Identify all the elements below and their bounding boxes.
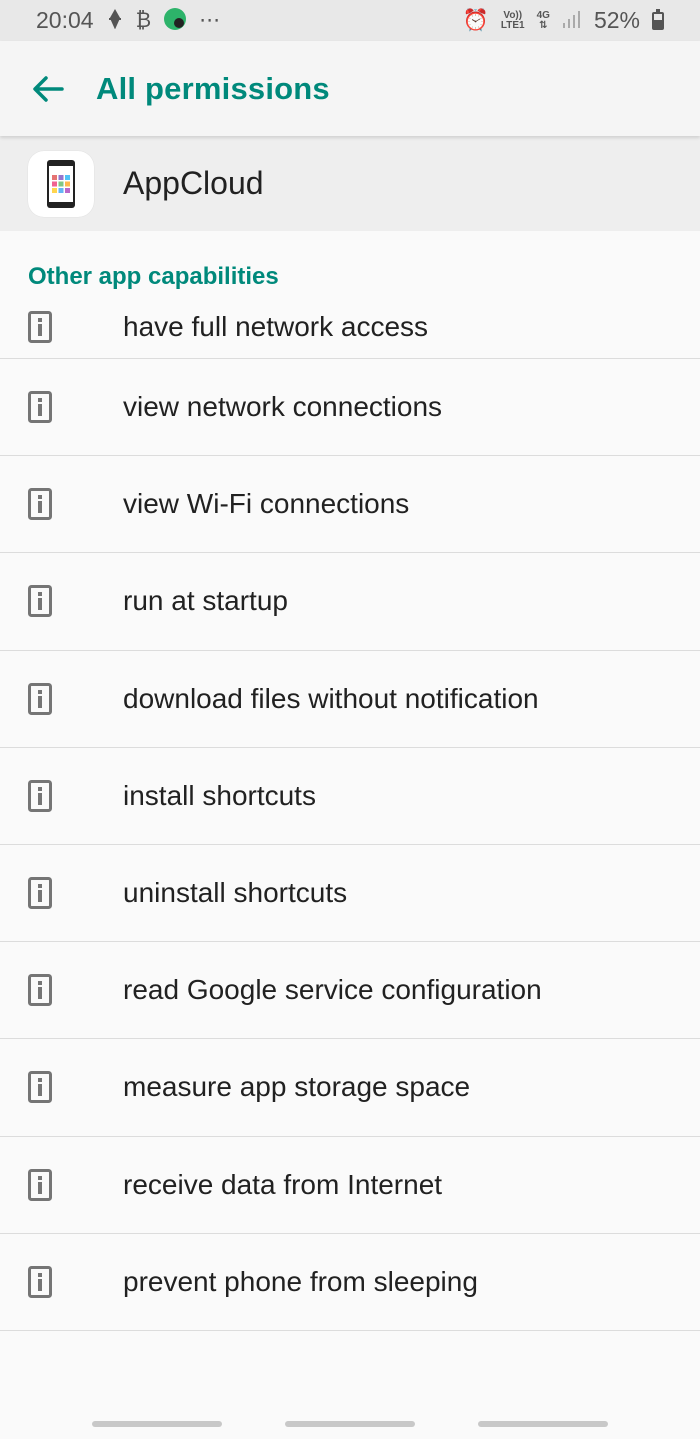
permission-row[interactable]: prevent phone from sleeping — [0, 1234, 700, 1331]
permission-row[interactable]: run at startup — [0, 553, 700, 651]
status-right: ⏰ Vo)) LTE1 4G ⇅ 52% — [463, 7, 664, 34]
info-icon — [0, 1265, 123, 1298]
permission-label: view Wi-Fi connections — [123, 488, 410, 520]
permission-label: receive data from Internet — [123, 1168, 443, 1200]
permission-row[interactable]: read Google service configuration — [0, 942, 700, 1040]
navigation-bar — [0, 1409, 700, 1439]
app-icon — [28, 150, 94, 217]
data-arrows-icon: ⇅ — [539, 19, 548, 31]
permission-label: install shortcuts — [123, 779, 316, 811]
permission-label: view network connections — [123, 391, 443, 423]
info-icon — [0, 779, 123, 812]
battery-icon — [652, 8, 664, 30]
permission-label: run at startup — [123, 585, 288, 617]
info-icon — [0, 877, 123, 910]
info-icon — [0, 1168, 123, 1201]
page-title: All permissions — [96, 70, 330, 106]
info-icon — [0, 488, 123, 521]
app-header: AppCloud — [0, 136, 700, 231]
permission-row[interactable]: install shortcuts — [0, 748, 700, 845]
signal-icon — [562, 7, 582, 34]
info-icon — [0, 682, 123, 715]
info-icon — [0, 310, 123, 343]
permission-label: read Google service configuration — [123, 974, 542, 1006]
permission-row[interactable]: uninstall shortcuts — [0, 845, 700, 943]
network-type: 4G ⇅ — [536, 9, 550, 31]
section-header: Other app capabilities — [28, 263, 279, 290]
status-bar: 20:04 ₿ ⋯ ⏰ Vo)) LTE1 4G ⇅ 52% — [0, 0, 700, 41]
notification-icon — [106, 8, 124, 33]
nav-recents-button[interactable] — [91, 1421, 222, 1427]
permission-row[interactable]: view Wi-Fi connections — [0, 456, 700, 554]
more-icon: ⋯ — [199, 9, 221, 32]
nav-back-button[interactable] — [478, 1421, 609, 1427]
status-time: 20:04 — [36, 7, 94, 33]
battery-percent: 52% — [593, 7, 640, 33]
permission-row[interactable]: measure app storage space — [0, 1039, 700, 1137]
permission-label: measure app storage space — [123, 1071, 471, 1103]
volte-top-label: Vo)) — [503, 9, 523, 21]
permission-row[interactable]: receive data from Internet — [0, 1137, 700, 1234]
permission-label: download files without notification — [123, 682, 539, 714]
permission-row[interactable]: have full network access — [0, 295, 700, 359]
status-left: 20:04 ₿ ⋯ — [36, 7, 220, 35]
info-icon — [0, 585, 123, 618]
info-icon — [0, 1071, 123, 1104]
back-arrow-icon — [33, 75, 64, 102]
bitcoin-icon: ₿ — [135, 9, 152, 32]
volte-bottom-label: LTE1 — [500, 19, 525, 31]
network-label: 4G — [536, 9, 550, 21]
info-icon — [0, 974, 123, 1007]
alarm-icon: ⏰ — [462, 9, 489, 32]
permission-row[interactable]: view network connections — [0, 359, 700, 457]
volte-indicator: Vo)) LTE1 — [500, 9, 525, 31]
permission-row[interactable]: download files without notification — [0, 651, 700, 748]
app-name: AppCloud — [123, 165, 264, 201]
permission-label: have full network access — [123, 310, 429, 342]
permission-label: prevent phone from sleeping — [123, 1265, 478, 1297]
app-notification-icon — [163, 7, 187, 35]
app-bar: All permissions — [0, 41, 700, 136]
info-icon — [0, 391, 123, 424]
permission-list: have full network access view network con… — [0, 295, 700, 1331]
nav-home-button[interactable] — [284, 1421, 415, 1427]
permission-label: uninstall shortcuts — [123, 877, 348, 909]
back-button[interactable] — [0, 41, 96, 136]
